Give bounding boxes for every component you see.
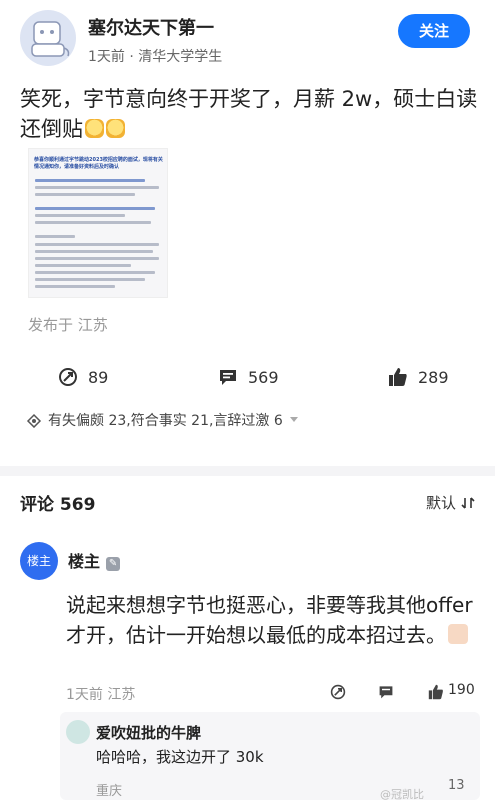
reaction-summary[interactable]: 有失偏颇 23,符合事实 21,言辞过激 6 — [26, 410, 299, 430]
repost-icon — [59, 368, 77, 386]
doc-line — [35, 193, 135, 196]
doc-line — [35, 221, 151, 224]
comments-title: 评论 569 — [20, 495, 96, 515]
commenter-name-text: 楼主 — [68, 552, 101, 571]
repost-button[interactable]: 89 — [58, 362, 108, 392]
doc-heading: 恭喜你顺利通过字节跳动2023校招应聘的面试，现将有关情况通知你，请准备好资料后… — [34, 157, 163, 170]
post-meta: 1天前 · 清华大学学生 — [88, 49, 223, 65]
commenter-name[interactable]: 楼主 ✎ — [68, 548, 121, 572]
doc-line — [35, 179, 145, 182]
reply-count: 13 — [448, 778, 465, 793]
reply-meta: 重庆 — [96, 784, 123, 799]
doc-line — [35, 257, 159, 260]
reply-name[interactable]: 爱吹妞批的牛脾 — [96, 722, 201, 743]
doc-line — [35, 264, 131, 267]
author-avatar[interactable] — [20, 10, 76, 66]
robot-avatar-icon — [31, 21, 70, 57]
doc-line — [35, 207, 155, 210]
comment-button[interactable]: 569 — [218, 362, 279, 392]
commenter-avatar[interactable]: 楼主 — [20, 542, 58, 580]
laugh-emoji-icon — [85, 119, 104, 138]
reaction-icon — [26, 413, 42, 428]
repost-count: 89 — [88, 367, 109, 387]
sort-dropdown[interactable]: 默认 — [426, 492, 475, 513]
doc-line — [35, 250, 153, 253]
doc-line — [35, 271, 155, 274]
like-count: 289 — [418, 367, 449, 387]
reply-text: 哈哈哈，我这边开了 30k — [96, 748, 264, 766]
post-header: 塞尔达天下第一 1天前 · 清华大学学生 关注 — [0, 0, 495, 80]
doc-line — [35, 243, 159, 246]
sort-icon — [461, 497, 475, 509]
author-name[interactable]: 塞尔达天下第一 — [88, 14, 214, 40]
post-action-bar: 89 569 289 — [0, 362, 495, 392]
comment-text: 说起来想想字节也挺恶心，非要等我其他offer才开，估计一开始想以最低的成本招过… — [66, 590, 476, 650]
repost-icon[interactable] — [330, 684, 346, 700]
doc-line — [35, 278, 145, 281]
laugh-emoji-icon — [106, 119, 125, 138]
post-image[interactable]: 恭喜你顺利通过字节跳动2023校招应聘的面试，现将有关情况通知你，请准备好资料后… — [28, 148, 168, 298]
watermark: @冠凯比 — [380, 788, 424, 800]
section-divider — [0, 466, 495, 476]
comment-like-count: 190 — [448, 682, 475, 698]
doc-line — [35, 214, 125, 217]
doc-line — [35, 285, 115, 288]
reaction-text: 有失偏颇 23,符合事实 21,言辞过激 6 — [48, 413, 283, 429]
comment-count: 569 — [248, 367, 279, 387]
sort-label: 默认 — [426, 494, 457, 512]
doc-line — [35, 235, 75, 238]
comment-icon[interactable] — [378, 684, 394, 700]
comment-action-bar: 190 — [0, 680, 495, 704]
like-button[interactable]: 289 — [388, 362, 449, 392]
thumbs-up-icon — [389, 368, 407, 386]
reply-avatar[interactable] — [66, 720, 90, 744]
thumbs-up-icon[interactable] — [428, 684, 444, 700]
chevron-down-icon — [289, 417, 298, 422]
edit-badge-icon: ✎ — [106, 557, 121, 571]
comment-icon — [220, 370, 236, 385]
comment-body: 说起来想想字节也挺恶心，非要等我其他offer才开，估计一开始想以最低的成本招过… — [66, 593, 473, 647]
doc-line — [35, 186, 159, 189]
published-location: 发布于 江苏 — [28, 316, 108, 334]
reaction-sticker-icon — [448, 624, 468, 644]
post-text: 笑死，字节意向终于开奖了，月薪 2w，硕士白读还倒贴 — [20, 84, 480, 144]
follow-button[interactable]: 关注 — [398, 14, 470, 48]
